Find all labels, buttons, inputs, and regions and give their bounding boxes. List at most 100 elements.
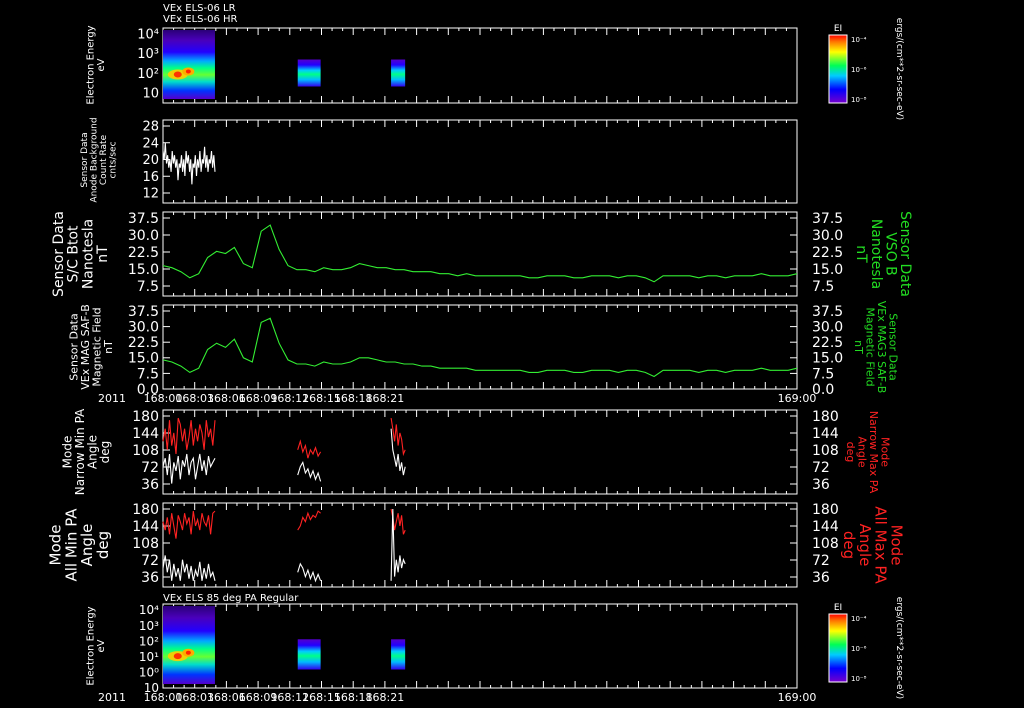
panel-frame-4 [162, 304, 798, 390]
y-axis-label-line: deg [98, 441, 112, 464]
y2-axis-label-line: VSO B [882, 232, 898, 276]
y-tick-label: 10⁴ [137, 28, 159, 43]
y-tick-label: 10³ [137, 47, 159, 62]
y-tick-label: 7.5 [137, 366, 159, 382]
y2-axis-label-line: nT [853, 245, 869, 263]
series-max-pa [297, 439, 322, 459]
x-tick-label: 168:21 [366, 392, 405, 405]
y-tick-label: 30.0 [128, 228, 159, 244]
panel-title-top: VEx ELS-06 HR [163, 14, 238, 25]
y-tick-label-right: 37.5 [812, 211, 843, 227]
y2-axis-label-line: nT [852, 340, 865, 354]
y-tick-label: 10 [142, 87, 159, 102]
series-sc-btot [162, 224, 798, 283]
y-tick-label: 16 [142, 170, 159, 185]
y-axis-label-line: Electron Energy [85, 25, 96, 104]
y-tick-label: 12 [142, 187, 159, 202]
colorbar-bottom [828, 613, 848, 683]
ylabel-anode-background: Sensor Data Anode Background Count Rate cnt… [80, 117, 118, 202]
y-axis-label-line: nT [102, 340, 115, 354]
spectrogram-bottom-block [297, 639, 321, 670]
y-tick-label: 108 [132, 536, 159, 552]
hotspot-core [173, 71, 182, 78]
series-min-pa [162, 555, 216, 581]
y2label-all-max-pa: ModeAll Max PAAngledeg [840, 506, 905, 584]
y-tick-label-right: 72 [812, 553, 830, 569]
y-tick-label: 10² [137, 67, 159, 82]
colorbar-bottom-tick: 10⁻⁸ [851, 675, 867, 683]
y-tick-label: 22.5 [128, 245, 159, 261]
y-axis-label-line: S/C Btot [66, 225, 82, 282]
y-tick-label: 15.0 [128, 262, 159, 278]
panel-frame-3 [162, 211, 798, 297]
y-tick-label-right: 180 [812, 409, 839, 425]
y-tick-label-right: 30.0 [812, 320, 843, 336]
ylabel-sc-btot: Sensor DataS/C BtotNanoteslanT [51, 211, 111, 297]
y2-axis-label-line: deg [840, 531, 858, 559]
y-axis-label-line: eV [96, 639, 107, 652]
y-tick-label: 144 [132, 426, 159, 442]
y-axis-label-line: eV [96, 58, 107, 71]
y-tick-label: 37.5 [128, 211, 159, 227]
y-tick-label: 7.5 [137, 279, 159, 295]
y-tick-label: 108 [132, 443, 159, 459]
x-axis-year: 2011 [98, 392, 126, 405]
colorbar-units: ergs/(cm**2-sr-sec-eV) [894, 597, 904, 699]
y-axis-label-line: deg [94, 531, 112, 559]
y-tick-label-right: 180 [812, 502, 839, 518]
y-tick-label-right: 36 [812, 570, 830, 586]
y2label-vso-b: Sensor DataVSO BNanoteslanT [853, 211, 913, 297]
panel-frame-5 [162, 409, 798, 495]
y-tick-label: 36 [141, 570, 159, 586]
y-tick-label: 22.5 [128, 335, 159, 351]
colorbar-top-units: ergs/(cm**2-sr-sec-eV) [894, 18, 904, 120]
y-tick-label-right: 108 [812, 443, 839, 459]
y-tick-label: 180 [132, 502, 159, 518]
y-tick-label: 36 [141, 477, 159, 493]
y-axis-label-line: cnts/sec [108, 141, 118, 178]
ylabel-all-min-pa: ModeAll Min PAAngledeg [47, 508, 112, 582]
y-tick-label: 10⁴ [139, 603, 159, 617]
y-tick-label: 30.0 [128, 320, 159, 336]
series-anode-background [162, 142, 216, 185]
y-tick-label: 24 [142, 136, 159, 151]
ylabel-narrow-min-pa: ModeNarrow Min PAAngledeg [60, 408, 112, 495]
ylabel-mag-saf-b: Sensor DataVEx MAG SAF-BMagnetic FieldnT [68, 304, 116, 390]
y-tick-label: 10² [139, 634, 159, 648]
colorbar-bottom-units: ergs/(cm**2-sr-sec-eV) [894, 597, 904, 699]
y-tick-label-right: 22.5 [812, 245, 843, 261]
panel-title-bottom: VEx ELS 85 deg PA Regular [163, 593, 299, 604]
y-axis-label-line: nT [95, 245, 111, 263]
y-tick-label-right: 15.0 [812, 262, 843, 278]
y-tick-label-right: 15.0 [812, 351, 843, 367]
y-tick-label: 28 [142, 120, 159, 135]
colorbar-top-label: EI [834, 24, 842, 34]
x-tick-label: 168:21 [366, 691, 405, 704]
chart-canvas: 10⁴10³10²10282420161237.5 37.530.0 30.022.… [47, 3, 914, 704]
y-tick-label: 10⁰ [139, 666, 159, 680]
spectrogram-top-block [391, 59, 406, 87]
ylabel-electron-energy-bottom: Electron Energy eV [85, 606, 107, 685]
panel-frame-2 [162, 119, 798, 204]
series-max-pa [162, 510, 216, 539]
y-tick-label-right: 7.5 [812, 366, 834, 382]
spectrogram-top-block [163, 30, 215, 99]
hotspot-core [185, 650, 191, 655]
series-max-pa [297, 510, 321, 531]
y2-axis-label-line: Sensor Data [897, 211, 913, 297]
y-axis-label-line: Nanotesla [80, 219, 96, 289]
y-tick-label: 72 [141, 460, 159, 476]
colorbar-top-tick: 10⁻⁶ [851, 66, 867, 74]
y-tick-label-right: 7.5 [812, 279, 834, 295]
series-min-pa [162, 453, 216, 484]
y-tick-label: 37.5 [128, 304, 159, 320]
series-min-pa [390, 508, 406, 581]
y-tick-label-right: 144 [812, 519, 839, 535]
panel-title-top: VEx ELS-06 LR [163, 3, 236, 14]
spectrogram-bottom-block [391, 639, 406, 670]
series-max-pa [162, 417, 216, 455]
x-axis-year: 2011 [98, 691, 126, 704]
y-tick-label-right: 72 [812, 460, 830, 476]
y2-axis-label-line: Nanotesla [868, 219, 884, 289]
x-tick-label: 169:00 [778, 691, 817, 704]
